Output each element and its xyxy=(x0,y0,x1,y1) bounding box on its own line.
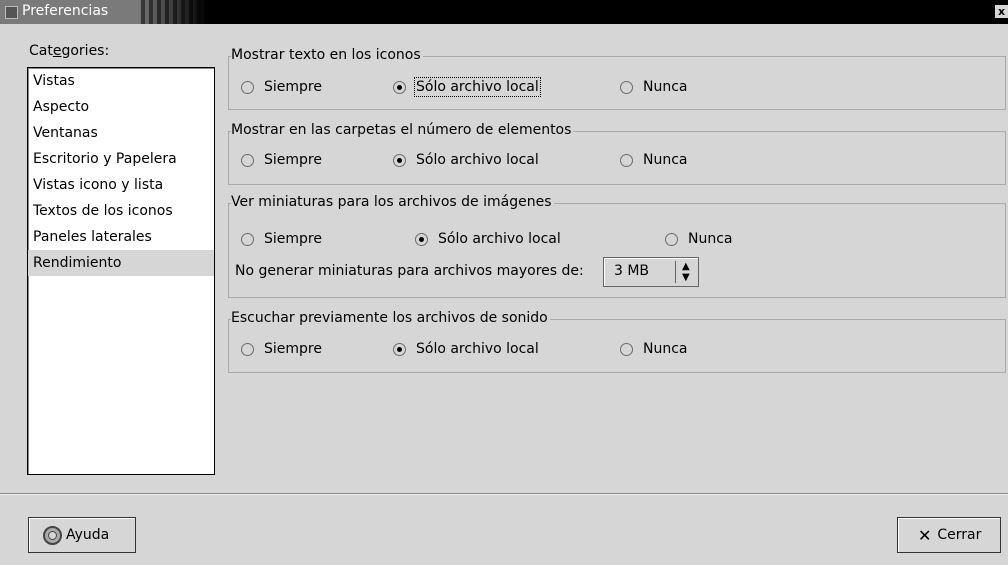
category-item-paneles[interactable]: Paneles laterales xyxy=(28,224,214,250)
radio-indicator xyxy=(415,232,428,246)
sound-preview-frame xyxy=(228,319,1006,373)
help-button-label: Ayuda xyxy=(66,527,110,543)
spinner-arrows-icon[interactable]: ▲ ▼ xyxy=(682,261,690,283)
category-item-textos[interactable]: Textos de los iconos xyxy=(28,198,214,224)
sound-never-radio[interactable]: Nunca xyxy=(620,341,688,357)
spinner-divider xyxy=(675,261,676,283)
icon-text-frame xyxy=(228,56,1006,110)
categories-label: Categories: xyxy=(29,43,110,59)
icon-text-always-radio[interactable]: Siempre xyxy=(241,79,322,95)
button-separator-highlight xyxy=(0,494,1008,495)
categories-list[interactable]: Vistas Aspecto Ventanas Escritorio y Pap… xyxy=(27,67,215,475)
icon-text-title: Mostrar texto en los iconos xyxy=(231,47,423,63)
item-count-frame xyxy=(228,131,1006,185)
icon-text-local-radio[interactable]: Sólo archivo local xyxy=(393,77,541,97)
radio-indicator xyxy=(620,342,633,356)
category-item-ventanas[interactable]: Ventanas xyxy=(28,120,214,146)
item-count-never-radio[interactable]: Nunca xyxy=(620,152,688,168)
item-count-local-radio[interactable]: Sólo archivo local xyxy=(393,152,539,168)
radio-indicator xyxy=(241,342,254,356)
help-button[interactable]: Ayuda xyxy=(28,517,136,553)
thumbnails-always-radio[interactable]: Siempre xyxy=(241,231,322,247)
thumbnails-title: Ver miniaturas para los archivos de imág… xyxy=(231,194,554,210)
window-menu-icon[interactable] xyxy=(5,6,18,19)
close-icon: ✕ xyxy=(918,525,932,545)
category-item-escritorio[interactable]: Escritorio y Papelera xyxy=(28,146,214,172)
radio-indicator xyxy=(665,232,678,246)
max-size-value[interactable]: 3 MB xyxy=(614,263,649,279)
title-tab-fade xyxy=(137,0,207,24)
lifebuoy-icon xyxy=(43,525,62,545)
thumbnails-never-radio[interactable]: Nunca xyxy=(665,231,733,247)
radio-indicator xyxy=(393,80,406,94)
close-button-label: Cerrar xyxy=(937,527,982,543)
close-button[interactable]: ✕ Cerrar xyxy=(897,517,1001,553)
max-size-label: No generar miniaturas para archivos mayo… xyxy=(235,263,584,279)
sound-always-radio[interactable]: Siempre xyxy=(241,341,322,357)
sound-preview-title: Escuchar previamente los archivos de son… xyxy=(231,310,550,326)
icon-text-never-radio[interactable]: Nunca xyxy=(620,79,688,95)
radio-indicator xyxy=(393,153,406,167)
thumbnails-local-radio[interactable]: Sólo archivo local xyxy=(415,231,561,247)
category-item-aspecto[interactable]: Aspecto xyxy=(28,94,214,120)
radio-indicator xyxy=(620,153,633,167)
title-bar[interactable]: Preferencias x xyxy=(0,0,1008,24)
category-item-vistas-icono[interactable]: Vistas icono y lista xyxy=(28,172,214,198)
sound-local-radio[interactable]: Sólo archivo local xyxy=(393,341,539,357)
window-close-icon[interactable]: x xyxy=(995,5,1008,18)
radio-indicator xyxy=(241,232,254,246)
item-count-always-radio[interactable]: Siempre xyxy=(241,152,322,168)
max-size-spinner[interactable]: 3 MB ▲ ▼ xyxy=(603,257,699,287)
window-title: Preferencias xyxy=(22,3,109,19)
item-count-title: Mostrar en las carpetas el número de ele… xyxy=(231,122,574,138)
category-item-rendimiento[interactable]: Rendimiento xyxy=(28,250,214,276)
category-item-vistas[interactable]: Vistas xyxy=(28,68,214,94)
radio-indicator xyxy=(241,153,254,167)
radio-indicator xyxy=(620,80,633,94)
preferences-window: Preferencias x Categories: Vistas Aspect… xyxy=(0,0,1008,565)
radio-indicator xyxy=(393,342,406,356)
radio-indicator xyxy=(241,80,254,94)
